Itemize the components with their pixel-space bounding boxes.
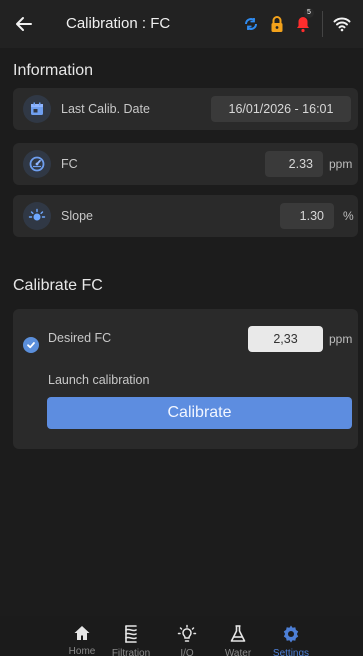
lightbulb-icon xyxy=(177,624,197,644)
nav-water-label: Water xyxy=(224,648,252,656)
home-icon xyxy=(73,624,91,642)
nav-water[interactable]: Water xyxy=(211,616,265,656)
nav-home[interactable]: Home xyxy=(55,616,109,656)
slope-value: 1.30 xyxy=(280,203,334,229)
calibrate-button[interactable]: Calibrate xyxy=(47,397,352,429)
nav-settings[interactable]: Settings xyxy=(264,616,318,656)
nav-filtration-label: Filtration xyxy=(111,648,151,656)
info-row-slope: Slope 1.30 % xyxy=(13,195,358,237)
calibrate-card: Desired FC ppm Launch calibration Calibr… xyxy=(13,309,358,449)
page-title: Calibration : FC xyxy=(66,15,171,32)
nav-filtration[interactable]: Filtration xyxy=(104,616,158,656)
fc-label: FC xyxy=(61,157,78,171)
desired-fc-unit: ppm xyxy=(329,332,353,346)
bottom-nav: Home Filtration I/O Water Settings xyxy=(0,616,363,656)
calibrate-section-title: Calibrate FC xyxy=(13,277,103,294)
nav-io[interactable]: I/O xyxy=(160,616,214,656)
info-row-last-calib-date: Last Calib. Date 16/01/2026 - 16:01 xyxy=(13,88,358,130)
fc-value: 2.33 xyxy=(265,151,323,177)
filtration-icon xyxy=(122,624,140,644)
calendar-icon xyxy=(23,95,51,123)
lock-icon[interactable] xyxy=(264,11,290,37)
flask-icon xyxy=(229,624,247,644)
nav-home-label: Home xyxy=(68,646,96,656)
nav-settings-label: Settings xyxy=(272,648,310,656)
desired-fc-label: Desired FC xyxy=(48,331,112,345)
wifi-icon xyxy=(329,11,355,37)
back-arrow-icon[interactable] xyxy=(10,10,38,38)
nav-io-label: I/O xyxy=(180,648,194,656)
sync-icon[interactable] xyxy=(238,11,264,37)
last-calib-date-label: Last Calib. Date xyxy=(61,102,150,116)
desired-fc-checkbox[interactable] xyxy=(23,337,39,353)
slope-label: Slope xyxy=(61,209,93,223)
desired-fc-input[interactable] xyxy=(248,326,323,352)
information-section-title: Information xyxy=(13,62,94,79)
bell-icon[interactable]: 5 xyxy=(290,8,316,37)
gauge-icon xyxy=(23,150,51,178)
top-bar: Calibration : FC 5 xyxy=(0,0,363,48)
status-icons: 5 xyxy=(238,8,355,38)
slope-unit: % xyxy=(343,209,354,223)
last-calib-date-value: 16/01/2026 - 16:01 xyxy=(211,96,351,122)
notification-badge: 5 xyxy=(304,8,314,18)
launch-calibration-label: Launch calibration xyxy=(48,373,150,387)
info-row-fc: FC 2.33 ppm xyxy=(13,143,358,185)
fc-unit: ppm xyxy=(329,157,353,171)
slope-sun-icon xyxy=(23,202,51,230)
divider xyxy=(322,11,323,37)
gear-icon xyxy=(281,624,301,644)
